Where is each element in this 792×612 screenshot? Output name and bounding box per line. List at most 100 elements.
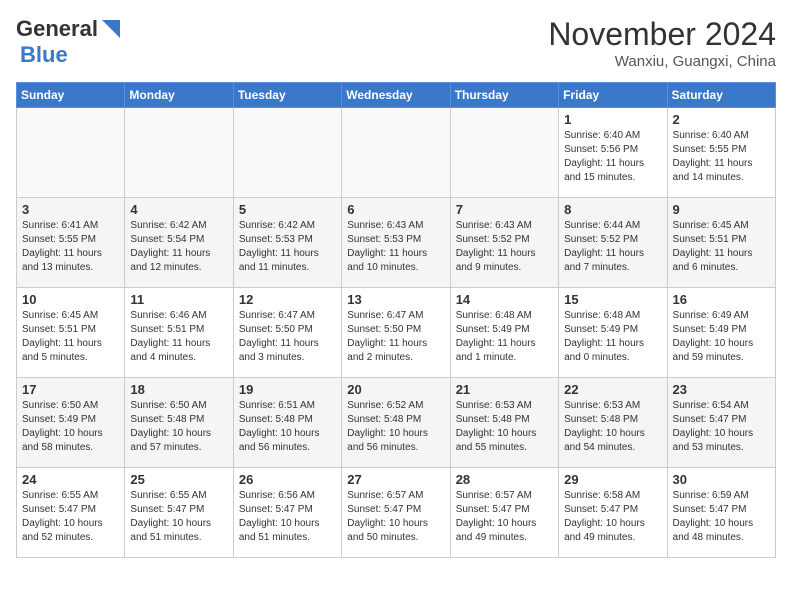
table-cell: 4 Sunrise: 6:42 AM Sunset: 5:54 PM Daylig… — [125, 198, 233, 288]
week-row-1: 1 Sunrise: 6:40 AM Sunset: 5:56 PM Daylig… — [17, 108, 776, 198]
cell-content: Sunrise: 6:59 AM Sunset: 5:47 PM Dayligh… — [673, 489, 770, 545]
day-number: 5 — [239, 202, 336, 217]
table-cell: 28Sunrise: 6:57 AM Sunset: 5:47 PM Dayli… — [450, 468, 558, 558]
day-number: 12 — [239, 292, 336, 307]
table-cell: 7 Sunrise: 6:43 AM Sunset: 5:52 PM Daylig… — [450, 198, 558, 288]
day-number: 16 — [673, 292, 770, 307]
cell-content: Sunrise: 6:42 AM Sunset: 5:53 PM Dayligh… — [239, 219, 336, 275]
table-cell — [125, 108, 233, 198]
header: General Blue November 2024 Wanxiu, Guang… — [16, 16, 776, 70]
cell-content: Sunrise: 6:54 AM Sunset: 5:47 PM Dayligh… — [673, 399, 770, 455]
week-row-3: 10 Sunrise: 6:45 AM Sunset: 5:51 PM Dayli… — [17, 288, 776, 378]
cell-content: Sunrise: 6:43 AM Sunset: 5:53 PM Dayligh… — [347, 219, 444, 275]
cell-content: Sunrise: 6:50 AM Sunset: 5:49 PM Dayligh… — [22, 399, 119, 455]
table-cell: 2 Sunrise: 6:40 AM Sunset: 5:55 PM Daylig… — [667, 108, 775, 198]
cell-content: Sunrise: 6:56 AM Sunset: 5:47 PM Dayligh… — [239, 489, 336, 545]
table-cell: 25Sunrise: 6:55 AM Sunset: 5:47 PM Dayli… — [125, 468, 233, 558]
cell-content: Sunrise: 6:48 AM Sunset: 5:49 PM Dayligh… — [456, 309, 553, 365]
cell-content: Sunrise: 6:55 AM Sunset: 5:47 PM Dayligh… — [130, 489, 227, 545]
table-cell: 20 Sunrise: 6:52 AM Sunset: 5:48 PM Dayli… — [342, 378, 450, 468]
day-number: 14 — [456, 292, 553, 307]
cell-content: Sunrise: 6:46 AM Sunset: 5:51 PM Dayligh… — [130, 309, 227, 365]
table-cell: 10 Sunrise: 6:45 AM Sunset: 5:51 PM Dayli… — [17, 288, 125, 378]
day-number: 18 — [130, 382, 227, 397]
cell-content: Sunrise: 6:42 AM Sunset: 5:54 PM Dayligh… — [130, 219, 227, 275]
table-cell: 19 Sunrise: 6:51 AM Sunset: 5:48 PM Dayli… — [233, 378, 341, 468]
day-number: 19 — [239, 382, 336, 397]
table-cell: 15Sunrise: 6:48 AM Sunset: 5:49 PM Dayli… — [559, 288, 667, 378]
day-number: 20 — [347, 382, 444, 397]
table-cell: 27Sunrise: 6:57 AM Sunset: 5:47 PM Dayli… — [342, 468, 450, 558]
table-cell: 18 Sunrise: 6:50 AM Sunset: 5:48 PM Dayli… — [125, 378, 233, 468]
table-cell: 23 Sunrise: 6:54 AM Sunset: 5:47 PM Dayli… — [667, 378, 775, 468]
cell-content: Sunrise: 6:53 AM Sunset: 5:48 PM Dayligh… — [564, 399, 661, 455]
day-number: 6 — [347, 202, 444, 217]
table-cell: 17 Sunrise: 6:50 AM Sunset: 5:49 PM Dayli… — [17, 378, 125, 468]
week-row-5: 24Sunrise: 6:55 AM Sunset: 5:47 PM Dayli… — [17, 468, 776, 558]
day-number: 23 — [673, 382, 770, 397]
cell-content: Sunrise: 6:45 AM Sunset: 5:51 PM Dayligh… — [22, 309, 119, 365]
day-number: 26 — [239, 472, 336, 487]
table-cell — [17, 108, 125, 198]
cell-content: Sunrise: 6:40 AM Sunset: 5:55 PM Dayligh… — [673, 129, 770, 185]
cell-content: Sunrise: 6:52 AM Sunset: 5:48 PM Dayligh… — [347, 399, 444, 455]
header-saturday: Saturday — [667, 83, 775, 108]
logo-text: General — [16, 16, 98, 42]
table-cell: 3Sunrise: 6:41 AM Sunset: 5:55 PM Daylig… — [17, 198, 125, 288]
title-area: November 2024 Wanxiu, Guangxi, China — [548, 16, 776, 70]
cell-content: Sunrise: 6:45 AM Sunset: 5:51 PM Dayligh… — [673, 219, 770, 275]
day-number: 11 — [130, 292, 227, 307]
day-number: 13 — [347, 292, 444, 307]
table-cell: 11 Sunrise: 6:46 AM Sunset: 5:51 PM Dayli… — [125, 288, 233, 378]
table-cell: 29Sunrise: 6:58 AM Sunset: 5:47 PM Dayli… — [559, 468, 667, 558]
cell-content: Sunrise: 6:47 AM Sunset: 5:50 PM Dayligh… — [347, 309, 444, 365]
table-cell: 16 Sunrise: 6:49 AM Sunset: 5:49 PM Dayli… — [667, 288, 775, 378]
calendar-table: SundayMondayTuesdayWednesdayThursdayFrid… — [16, 82, 776, 558]
cell-content: Sunrise: 6:40 AM Sunset: 5:56 PM Dayligh… — [564, 129, 661, 185]
table-cell: 30 Sunrise: 6:59 AM Sunset: 5:47 PM Dayli… — [667, 468, 775, 558]
table-cell: 1 Sunrise: 6:40 AM Sunset: 5:56 PM Daylig… — [559, 108, 667, 198]
cell-content: Sunrise: 6:55 AM Sunset: 5:47 PM Dayligh… — [22, 489, 119, 545]
day-number: 22 — [564, 382, 661, 397]
table-cell — [450, 108, 558, 198]
table-cell: 9Sunrise: 6:45 AM Sunset: 5:51 PM Daylig… — [667, 198, 775, 288]
logo-blue-text: Blue — [20, 42, 68, 67]
cell-content: Sunrise: 6:47 AM Sunset: 5:50 PM Dayligh… — [239, 309, 336, 365]
cell-content: Sunrise: 6:50 AM Sunset: 5:48 PM Dayligh… — [130, 399, 227, 455]
cell-content: Sunrise: 6:57 AM Sunset: 5:47 PM Dayligh… — [456, 489, 553, 545]
header-monday: Monday — [125, 83, 233, 108]
header-friday: Friday — [559, 83, 667, 108]
calendar-header-row: SundayMondayTuesdayWednesdayThursdayFrid… — [17, 83, 776, 108]
header-sunday: Sunday — [17, 83, 125, 108]
cell-content: Sunrise: 6:44 AM Sunset: 5:52 PM Dayligh… — [564, 219, 661, 275]
day-number: 2 — [673, 112, 770, 127]
day-number: 7 — [456, 202, 553, 217]
table-cell: 13 Sunrise: 6:47 AM Sunset: 5:50 PM Dayli… — [342, 288, 450, 378]
cell-content: Sunrise: 6:41 AM Sunset: 5:55 PM Dayligh… — [22, 219, 119, 275]
day-number: 15 — [564, 292, 661, 307]
day-number: 10 — [22, 292, 119, 307]
cell-content: Sunrise: 6:57 AM Sunset: 5:47 PM Dayligh… — [347, 489, 444, 545]
location: Wanxiu, Guangxi, China — [548, 53, 776, 70]
day-number: 30 — [673, 472, 770, 487]
table-cell: 26 Sunrise: 6:56 AM Sunset: 5:47 PM Dayli… — [233, 468, 341, 558]
cell-content: Sunrise: 6:58 AM Sunset: 5:47 PM Dayligh… — [564, 489, 661, 545]
cell-content: Sunrise: 6:51 AM Sunset: 5:48 PM Dayligh… — [239, 399, 336, 455]
table-cell — [233, 108, 341, 198]
logo: General Blue — [16, 16, 122, 68]
table-cell: 24Sunrise: 6:55 AM Sunset: 5:47 PM Dayli… — [17, 468, 125, 558]
day-number: 1 — [564, 112, 661, 127]
table-cell: 6 Sunrise: 6:43 AM Sunset: 5:53 PM Daylig… — [342, 198, 450, 288]
day-number: 21 — [456, 382, 553, 397]
cell-content: Sunrise: 6:49 AM Sunset: 5:49 PM Dayligh… — [673, 309, 770, 365]
cell-content: Sunrise: 6:43 AM Sunset: 5:52 PM Dayligh… — [456, 219, 553, 275]
header-tuesday: Tuesday — [233, 83, 341, 108]
day-number: 8 — [564, 202, 661, 217]
table-cell: 12 Sunrise: 6:47 AM Sunset: 5:50 PM Dayli… — [233, 288, 341, 378]
day-number: 4 — [130, 202, 227, 217]
day-number: 17 — [22, 382, 119, 397]
header-wednesday: Wednesday — [342, 83, 450, 108]
week-row-2: 3Sunrise: 6:41 AM Sunset: 5:55 PM Daylig… — [17, 198, 776, 288]
table-cell: 5 Sunrise: 6:42 AM Sunset: 5:53 PM Daylig… — [233, 198, 341, 288]
table-cell: 14 Sunrise: 6:48 AM Sunset: 5:49 PM Dayli… — [450, 288, 558, 378]
